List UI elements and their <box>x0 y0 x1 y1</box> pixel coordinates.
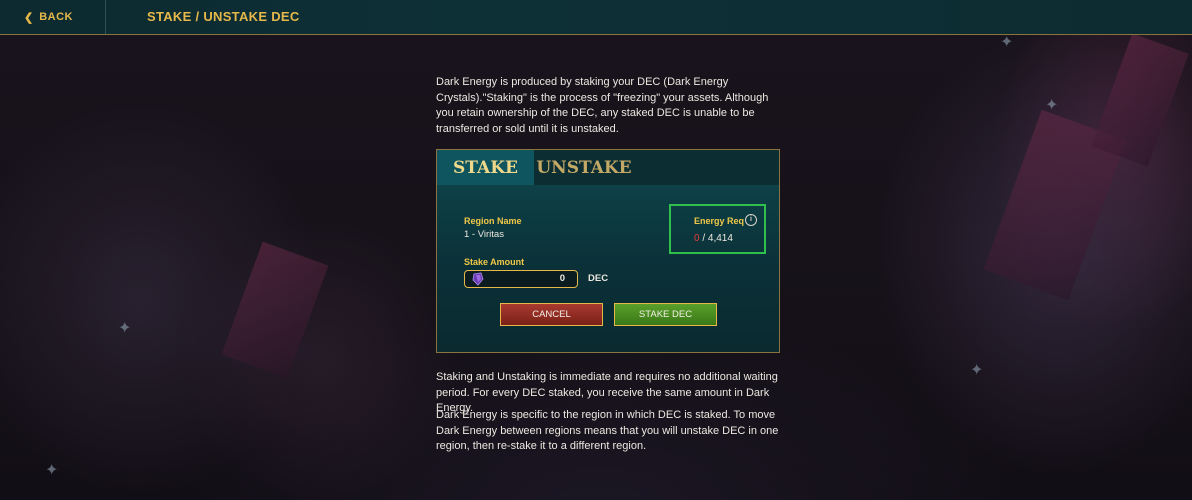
sparkle-icon: ✦ <box>1045 97 1059 114</box>
dec-unit-label: DEC <box>588 273 609 284</box>
crystal-shape <box>1091 33 1189 167</box>
stake-amount-label: Stake Amount <box>464 257 525 267</box>
energy-required-value: / 4,414 <box>702 233 733 244</box>
energy-requirement-box: Energy Req i 0 / 4,414 <box>669 204 766 254</box>
energy-req-label: Energy Req <box>694 216 745 226</box>
info-icon[interactable]: i <box>745 214 757 226</box>
stake-panel: STAKE UNSTAKE Region Name 1 - Viritas En… <box>436 149 780 353</box>
back-button[interactable]: ❮ BACK <box>0 0 106 34</box>
chevron-left-icon: ❮ <box>24 11 34 24</box>
top-header: ❮ BACK STAKE / UNSTAKE DEC <box>0 0 1192 35</box>
sparkle-icon: ✦ <box>45 462 59 479</box>
crystal-shape <box>221 241 329 379</box>
sparkle-icon: ✦ <box>1000 34 1014 51</box>
page-title: STAKE / UNSTAKE DEC <box>147 9 300 24</box>
region-name-label: Region Name <box>464 216 522 226</box>
region-name-value: 1 - Viritas <box>464 229 504 240</box>
cancel-button[interactable]: CANCEL <box>500 303 603 326</box>
sparkle-icon: ✦ <box>970 362 984 379</box>
stake-amount-input[interactable]: 0 <box>464 270 578 288</box>
info-paragraph-regions: Dark Energy is specific to the region in… <box>436 409 779 452</box>
energy-req-value: 0 / 4,414 <box>694 233 733 244</box>
dec-crystal-icon <box>472 272 484 286</box>
tab-bar: STAKE UNSTAKE <box>437 150 779 185</box>
tab-unstake[interactable]: UNSTAKE <box>534 150 634 185</box>
energy-current-value: 0 <box>694 233 700 244</box>
sparkle-icon: ✦ <box>118 320 132 337</box>
stake-dec-button[interactable]: STAKE DEC <box>614 303 717 326</box>
stake-amount-value: 0 <box>559 273 565 284</box>
back-label: BACK <box>39 11 73 23</box>
intro-text: Dark Energy is produced by staking your … <box>436 76 769 135</box>
tab-stake[interactable]: STAKE <box>437 150 534 185</box>
